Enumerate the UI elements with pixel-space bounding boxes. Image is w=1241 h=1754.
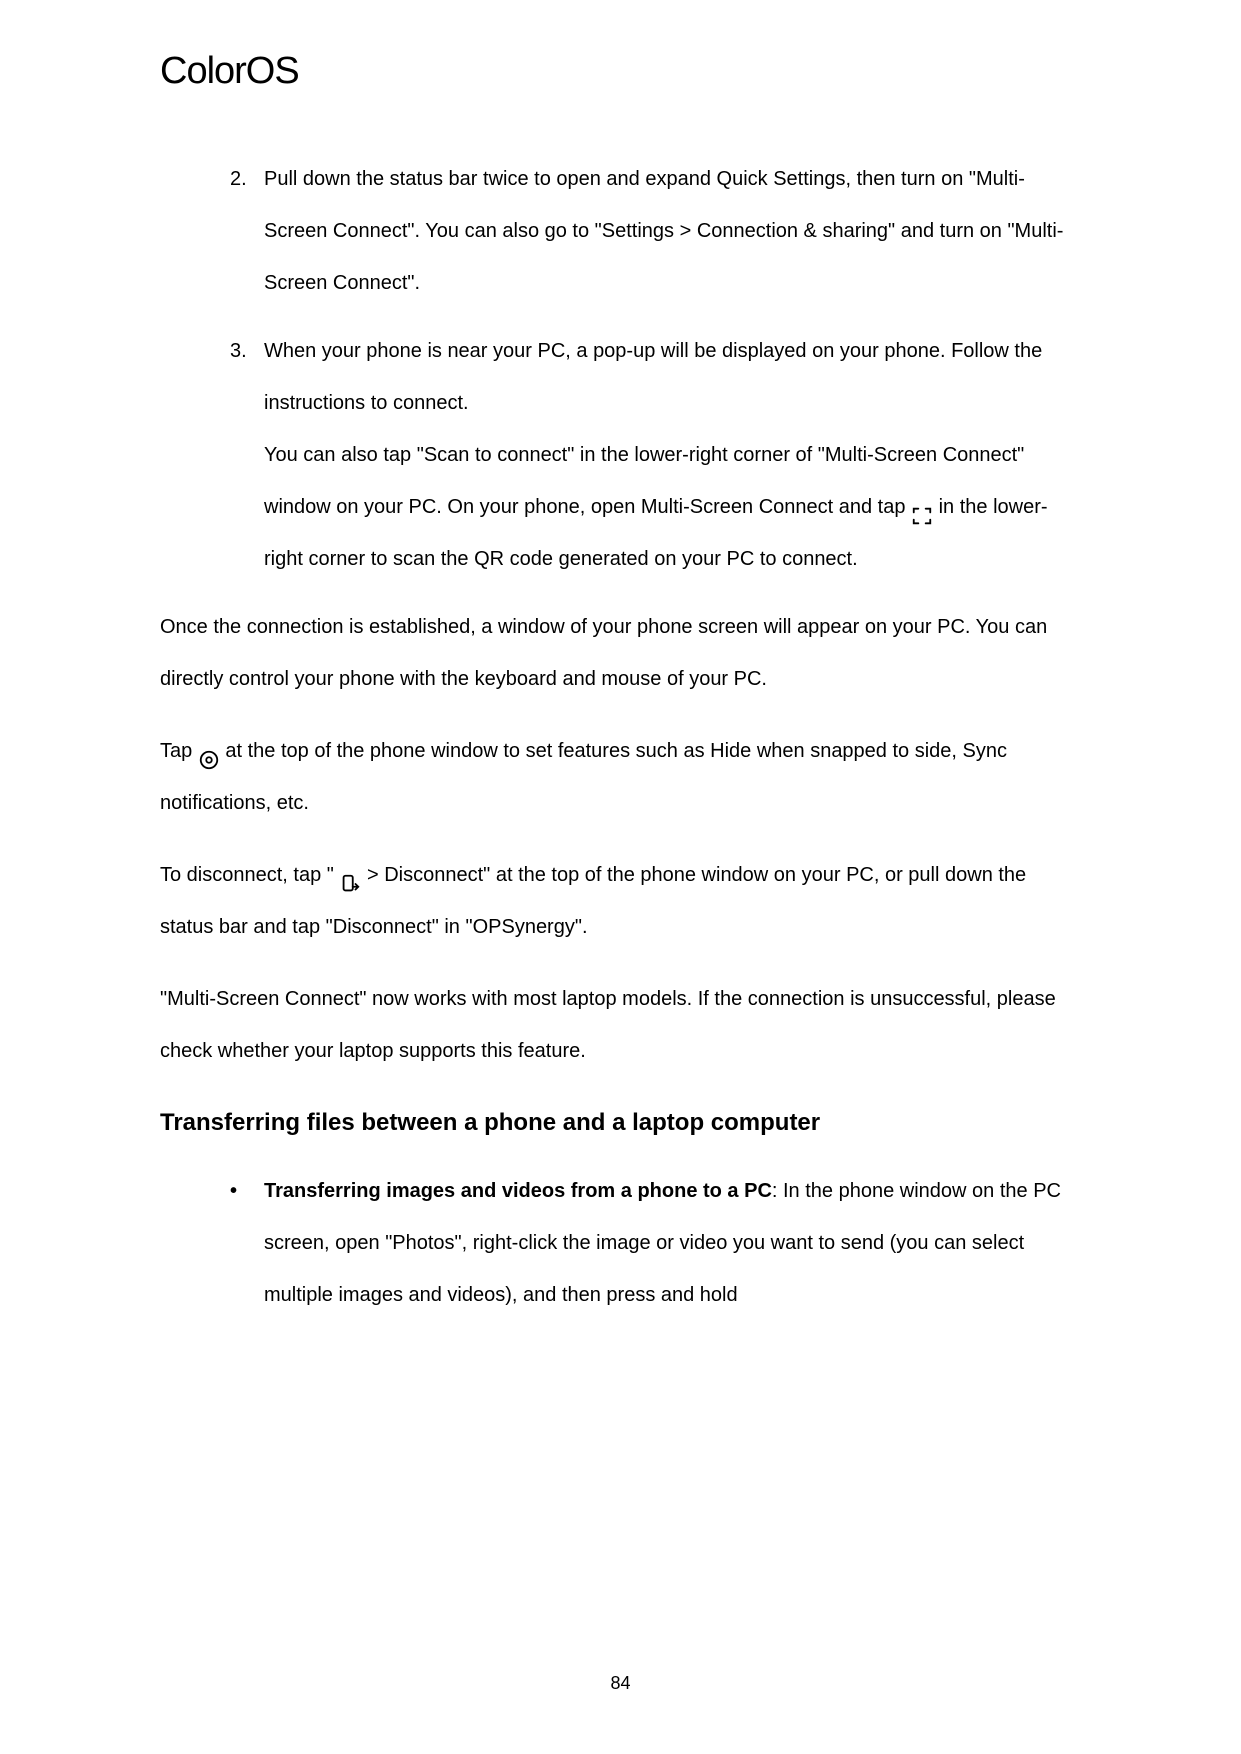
paragraph: To disconnect, tap " > Disconnect" at th… [160, 849, 1081, 953]
phone-cast-icon [339, 863, 361, 885]
text-run: Tap [160, 740, 198, 762]
paragraph: When your phone is near your PC, a pop-u… [264, 325, 1081, 429]
bold-text: Transferring images and videos from a ph… [264, 1180, 772, 1202]
section-heading: Transferring files between a phone and a… [160, 1109, 1081, 1137]
paragraph: "Multi-Screen Connect" now works with mo… [160, 973, 1081, 1077]
bullet-marker: • [230, 1165, 264, 1321]
scan-qr-icon [911, 495, 933, 517]
text-run: To disconnect, tap " [160, 864, 339, 886]
brand-logo: ColorOS [160, 50, 1081, 93]
page-number: 84 [0, 1673, 1241, 1694]
text-run: at the top of the phone window to set fe… [160, 740, 1007, 814]
paragraph: Once the connection is established, a wi… [160, 601, 1081, 705]
bullet-body: Transferring images and videos from a ph… [264, 1165, 1081, 1321]
list-number: 2. [230, 153, 264, 309]
paragraph: Pull down the status bar twice to open a… [264, 153, 1081, 309]
document-page: ColorOS 2. Pull down the status bar twic… [0, 0, 1241, 1754]
bullet-list-item: • Transferring images and videos from a … [160, 1165, 1081, 1321]
ordered-list-item-3: 3. When your phone is near your PC, a po… [160, 325, 1081, 585]
list-body: Pull down the status bar twice to open a… [264, 153, 1081, 309]
ordered-list-item-2: 2. Pull down the status bar twice to ope… [160, 153, 1081, 309]
list-body: When your phone is near your PC, a pop-u… [264, 325, 1081, 585]
list-number: 3. [230, 325, 264, 585]
settings-circle-icon [198, 739, 220, 761]
paragraph: You can also tap "Scan to connect" in th… [264, 429, 1081, 585]
paragraph: Tap at the top of the phone window to se… [160, 725, 1081, 829]
